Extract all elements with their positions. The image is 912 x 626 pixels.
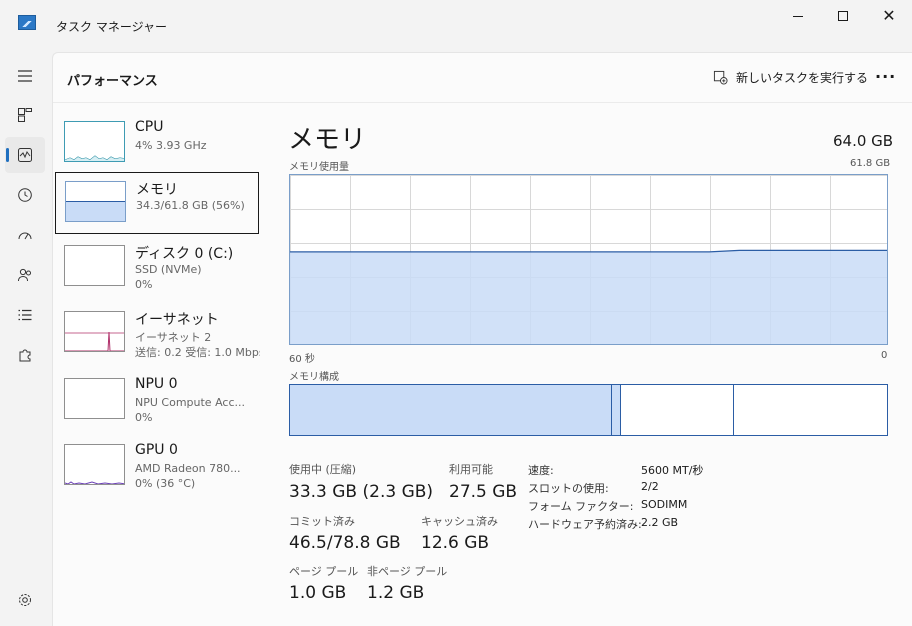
perf-item-detail: NPU Compute Acc... [135,396,245,409]
memory-thumbnail-graph [65,181,126,222]
memory-composition-label: メモリ構成 [289,372,339,383]
minimize-icon [793,15,803,17]
spec-slots-key: スロットの使用: [528,482,609,495]
details-list-icon [18,309,32,321]
disk-thumbnail-graph [64,245,125,286]
perf-item-name: ディスク 0 (C:) [135,246,234,262]
run-new-task-button[interactable]: 新しいタスクを実行する [713,69,868,86]
in-use-label: 使用中 (圧縮) [289,463,357,476]
content-pane: パフォーマンス 新しいタスクを実行する ··· CPU 4% 3.93 GHz … [52,52,912,626]
services-puzzle-icon [19,349,31,362]
history-icon [18,188,32,202]
memory-usage-area [290,250,887,344]
page-title: パフォーマンス [67,74,158,89]
maximize-button[interactable] [820,0,866,32]
spec-speed-value: 5600 MT/秒 [641,464,704,477]
cpu-thumbnail-graph [64,121,125,162]
title-bar: タスク マネージャー ✕ [0,0,912,50]
in-use-value: 33.3 GB (2.3 GB) [289,482,434,502]
memory-total-capacity: 64.0 GB [833,132,894,150]
graph-x-axis-right-label: 0 [881,350,888,361]
perf-item-usage: 0% [135,411,153,424]
perf-item-gpu[interactable]: GPU 0 AMD Radeon 780... 0% (36 °C) [55,436,259,498]
perf-item-name: GPU 0 [135,442,178,458]
perf-item-ethernet[interactable]: イーサネット イーサネット 2 送信: 0.2 受信: 1.0 Mbps [55,303,260,365]
performance-icon [18,148,32,162]
spec-hw-reserved-key: ハードウェア予約済み: [528,518,642,531]
task-manager-app-icon [18,15,36,30]
gear-icon [19,594,31,606]
perf-item-disk[interactable]: ディスク 0 (C:) SSD (NVMe) 0% [55,237,259,299]
gpu-thumbnail-graph [64,444,125,485]
perf-item-usage: 0% (36 °C) [135,477,196,490]
nav-users[interactable] [5,257,45,293]
hamburger-menu-button[interactable] [5,58,45,94]
perf-item-name: メモリ [136,182,178,198]
nonpaged-pool-value: 1.2 GB [367,583,425,603]
users-icon [18,268,31,282]
nav-app-history[interactable] [5,177,45,213]
perf-item-name: CPU [135,119,164,135]
composition-standby-segment [621,385,734,435]
nav-services[interactable] [5,337,45,373]
nav-startup-apps[interactable] [5,217,45,253]
spec-speed-key: 速度: [528,464,554,477]
paged-pool-label: ページ プール [289,565,359,578]
perf-item-detail: AMD Radeon 780... [135,462,241,475]
memory-usage-graph-label: メモリ使用量 [289,162,349,173]
perf-item-usage: 0% [135,278,153,291]
available-label: 利用可能 [449,463,493,476]
available-value: 27.5 GB [449,482,518,502]
paged-pool-value: 1.0 GB [289,583,347,603]
hamburger-icon [18,70,32,82]
committed-value: 46.5/78.8 GB [289,533,401,553]
perf-item-detail: イーサネット 2 [135,331,212,344]
perf-item-throughput: 送信: 0.2 受信: 1.0 Mbps [135,346,260,359]
ethernet-thumbnail-graph [64,311,125,352]
nav-settings[interactable] [5,582,45,618]
perf-item-detail: 34.3/61.8 GB (56%) [136,199,245,212]
committed-label: コミット済み [289,515,355,528]
spec-form-factor-value: SODIMM [641,498,688,511]
cached-value: 12.6 GB [421,533,490,553]
perf-item-detail: 4% 3.93 GHz [135,139,207,152]
graph-x-axis-left-label: 60 秒 [289,354,315,365]
cached-label: キャッシュ済み [421,515,498,528]
composition-modified-segment [612,385,621,435]
side-navigation [0,50,50,626]
minimize-button[interactable] [775,0,821,32]
nav-details[interactable] [5,297,45,333]
memory-usage-graph-svg [290,249,887,344]
new-task-icon [713,70,728,85]
content-header: パフォーマンス 新しいタスクを実行する ··· [53,53,912,103]
perf-item-cpu[interactable]: CPU 4% 3.93 GHz [55,113,259,175]
nav-performance[interactable] [5,137,45,173]
run-new-task-label: 新しいタスクを実行する [736,71,869,85]
memory-usage-graph [289,174,888,345]
close-icon: ✕ [882,6,896,25]
memory-usage-graph-max: 61.8 GB [850,158,891,169]
spec-hw-reserved-value: 2.2 GB [641,516,679,529]
nav-processes[interactable] [5,97,45,133]
maximize-icon [838,11,848,21]
npu-thumbnail-graph [64,378,125,419]
perf-item-name: イーサネット [135,312,219,328]
close-button[interactable]: ✕ [866,0,912,32]
window-title: タスク マネージャー [56,20,167,34]
composition-in-use-segment [290,385,612,435]
startup-gauge-icon [18,232,32,240]
memory-composition-bar [289,384,888,436]
memory-detail-title: メモリ [288,125,367,155]
processes-icon [18,108,32,122]
spec-slots-value: 2/2 [641,480,659,493]
spec-form-factor-key: フォーム ファクター: [528,500,634,513]
perf-item-name: NPU 0 [135,376,178,392]
more-options-button[interactable]: ··· [875,67,896,86]
perf-item-memory[interactable]: メモリ 34.3/61.8 GB (56%) [55,172,259,234]
nonpaged-pool-label: 非ページ プール [367,565,448,578]
composition-free-segment [734,385,886,435]
perf-item-detail: SSD (NVMe) [135,263,202,276]
perf-item-npu[interactable]: NPU 0 NPU Compute Acc... 0% [55,370,259,432]
